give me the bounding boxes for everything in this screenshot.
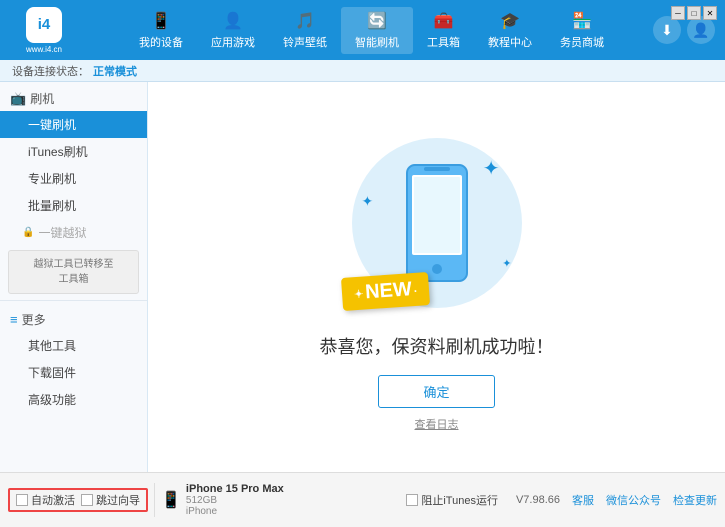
sparkle2-icon: ✦ — [362, 193, 374, 210]
sparkle3-icon: ✦ — [502, 257, 511, 270]
view-log-link[interactable]: 查看日志 — [415, 416, 459, 432]
flash-section-title: 刷机 — [30, 90, 54, 107]
flash-section-icon: 📺 — [10, 91, 26, 107]
more-section-icon: ≡ — [10, 312, 18, 327]
nav-item-toolbox[interactable]: 🧰 工具箱 — [413, 7, 474, 54]
device-storage: 512GB — [186, 495, 284, 506]
success-message: 恭喜您，保资料刷机成功啦！ — [320, 333, 554, 359]
sidebar-item-advanced[interactable]: 高级功能 — [0, 386, 147, 413]
nav-item-my-device[interactable]: 📱 我的设备 — [125, 7, 197, 54]
check-update-link[interactable]: 检查更新 — [673, 492, 717, 508]
sidebar-item-other-tools[interactable]: 其他工具 — [0, 332, 147, 359]
sidebar-item-pro-flash[interactable]: 专业刷机 — [0, 165, 147, 192]
nav-item-apps-games[interactable]: 👤 应用游戏 — [197, 7, 269, 54]
bottom-bar: 自动激活 跳过向导 📱 iPhone 15 Pro Max 512GB iPho… — [0, 472, 725, 527]
sidebar-item-download-fw[interactable]: 下载固件 — [0, 359, 147, 386]
device-type: iPhone — [186, 506, 284, 517]
redirect-home-checkbox[interactable] — [81, 494, 93, 506]
user-avatar-button[interactable]: 👤 — [687, 16, 715, 44]
success-illustration: ✦ ✦ ✦ ✦ NEW . — [337, 123, 537, 323]
new-badge: ✦ NEW . — [340, 272, 429, 311]
lock-icon: 🔒 — [22, 227, 34, 238]
version-info: V7.98.66 客服 微信公众号 检查更新 — [516, 492, 717, 508]
auto-activate-option[interactable]: 自动激活 — [16, 492, 75, 508]
nav-item-ringtones[interactable]: 🎵 铃声壁纸 — [269, 7, 341, 54]
status-prefix: 设备连接状态： — [12, 63, 89, 79]
more-section-title: 更多 — [22, 311, 46, 328]
sparkle1-icon: ✦ — [483, 156, 500, 181]
close-button[interactable]: ✕ — [703, 6, 717, 20]
sidebar-item-itunes-flash[interactable]: iTunes刷机 — [0, 138, 147, 165]
sidebar-item-batch-flash[interactable]: 批量刷机 — [0, 192, 147, 219]
logo: i4 www.i4.cn — [10, 7, 78, 54]
stop-itunes-checkbox[interactable] — [406, 494, 418, 506]
minimize-button[interactable]: ─ — [671, 6, 685, 20]
device-icon: 📱 — [161, 490, 181, 510]
customer-service-link[interactable]: 客服 — [572, 492, 594, 508]
download-button[interactable]: ⬇ — [653, 16, 681, 44]
device-name: iPhone 15 Pro Max — [186, 483, 284, 495]
status-bar: 设备连接状态： 正常模式 — [0, 60, 725, 82]
nav-item-service[interactable]: 🏪 务员商城 — [546, 7, 618, 54]
nav-item-smart-flash[interactable]: 🔄 智能刷机 — [341, 7, 413, 54]
auto-activate-checkbox[interactable] — [16, 494, 28, 506]
content-area: ✦ ✦ ✦ ✦ NEW . 恭喜您，保资料刷机成功啦！ 确定 查看日志 — [148, 82, 725, 472]
auto-options-group: 自动激活 跳过向导 — [8, 488, 148, 512]
jailbreak-note: 越狱工具已转移至 工具箱 — [8, 250, 139, 294]
confirm-button[interactable]: 确定 — [378, 375, 494, 408]
phone-illustration — [402, 163, 472, 283]
wechat-link[interactable]: 微信公众号 — [606, 492, 661, 508]
maximize-button[interactable]: □ — [687, 6, 701, 20]
status-mode: 正常模式 — [93, 63, 137, 79]
sidebar-item-jailbreak-disabled: 🔒 一键越狱 — [0, 219, 147, 246]
redirect-home-option[interactable]: 跳过向导 — [81, 492, 140, 508]
logo-text: www.i4.cn — [26, 45, 62, 54]
sidebar-item-one-key-flash[interactable]: 一键刷机 — [0, 111, 147, 138]
device-info: 📱 iPhone 15 Pro Max 512GB iPhone — [154, 483, 284, 517]
version-label: V7.98.66 — [516, 494, 560, 506]
sidebar: 📺 刷机 一键刷机 iTunes刷机 专业刷机 批量刷机 🔒 一键越狱 越狱工具… — [0, 82, 148, 472]
nav-item-tutorial[interactable]: 🎓 教程中心 — [474, 7, 546, 54]
stop-itunes-option[interactable]: 阻止iTunes运行 — [406, 492, 498, 508]
